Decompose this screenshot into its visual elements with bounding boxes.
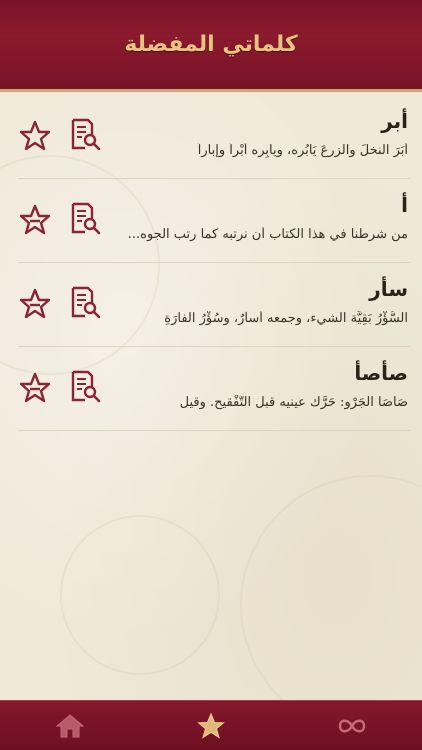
- document-search-icon[interactable]: [68, 201, 102, 235]
- page-title: كلماتي المفضلة: [124, 32, 298, 57]
- list-item[interactable]: أ من شرطنا في هذا الكتاب أَن نرتبه كما ر…: [0, 179, 422, 263]
- star-icon: [197, 712, 225, 739]
- background-ornament: [240, 475, 422, 700]
- entry-word: سأر: [369, 277, 408, 301]
- infinity-icon: [338, 719, 365, 732]
- background-ornament: [60, 515, 220, 675]
- tab-home[interactable]: [40, 706, 100, 746]
- star-outline-icon[interactable]: [18, 203, 52, 237]
- home-icon: [55, 713, 85, 737]
- tab-favorites[interactable]: [181, 706, 241, 746]
- entry-word: أ: [401, 193, 408, 217]
- favorites-list[interactable]: أبر أَبَرَ النخلَ والزرعَ يَأْبُره، ويأْ…: [0, 95, 422, 700]
- star-outline-icon[interactable]: [18, 371, 52, 405]
- star-outline-icon[interactable]: [18, 119, 52, 153]
- document-search-icon[interactable]: [68, 285, 102, 319]
- list-item[interactable]: أبر أَبَرَ النخلَ والزرعَ يَأْبُره، ويأْ…: [0, 95, 422, 179]
- header-bar: كلماتي المفضلة: [0, 0, 422, 92]
- document-search-icon[interactable]: [68, 369, 102, 403]
- list-item[interactable]: صأصأ صَأْصَأَ الجَرْو: حَرَّك عينيه قبل …: [0, 347, 422, 431]
- row-divider: [18, 430, 410, 431]
- entry-word: صأصأ: [354, 361, 408, 385]
- document-search-icon[interactable]: [68, 117, 102, 151]
- list-item[interactable]: سأر السُّؤْرُ بَقِيَّة الشيء، وجمعه أَسآ…: [0, 263, 422, 347]
- star-outline-icon[interactable]: [18, 287, 52, 321]
- tab-bar: [0, 700, 422, 750]
- entry-word: أبر: [381, 109, 408, 133]
- tab-more[interactable]: [322, 706, 382, 746]
